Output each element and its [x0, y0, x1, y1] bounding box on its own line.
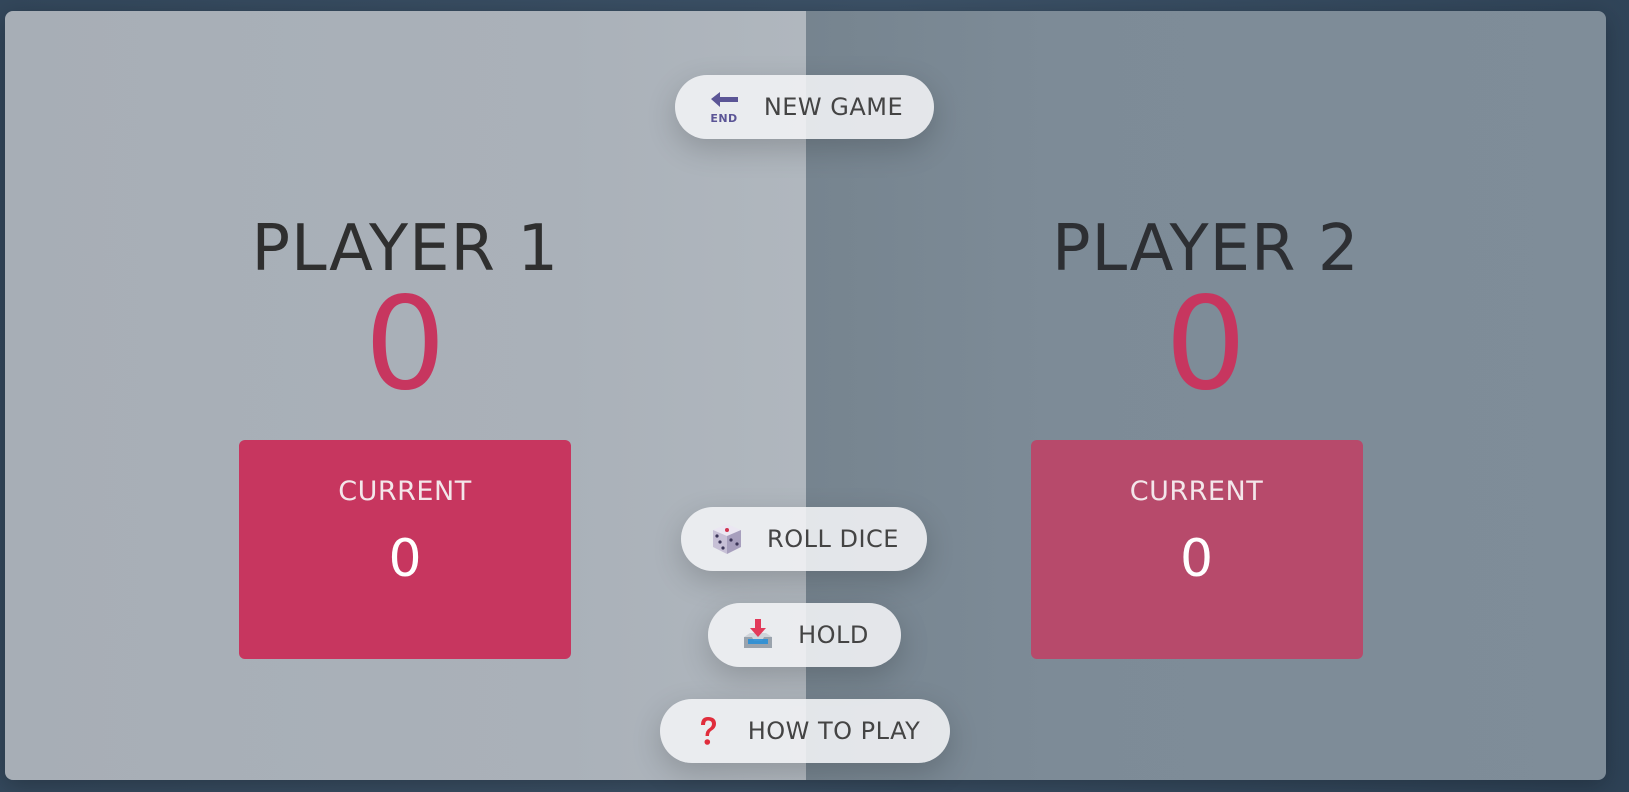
- player-2-current-box: CURRENT 0: [1030, 440, 1363, 659]
- dice-icon: [709, 521, 745, 557]
- hold-button[interactable]: HOLD: [708, 603, 901, 667]
- player-2-current-label: CURRENT: [1129, 476, 1264, 507]
- new-game-label: NEW GAME: [763, 93, 904, 121]
- player-1-current-score: 0: [388, 529, 422, 589]
- svg-text:END: END: [710, 112, 737, 125]
- how-to-play-button[interactable]: HOW TO PLAY: [660, 699, 950, 763]
- player-2-current-score: 0: [1179, 529, 1214, 589]
- inbox-tray-icon: [740, 617, 776, 653]
- player-2-score: 0: [1165, 270, 1247, 419]
- how-to-play-label: HOW TO PLAY: [747, 717, 921, 745]
- roll-dice-button[interactable]: ROLL DICE: [681, 507, 927, 571]
- hold-label: HOLD: [798, 621, 869, 649]
- question-mark-icon: [690, 713, 726, 749]
- player-1-current-label: CURRENT: [338, 476, 472, 507]
- player-1-score: 0: [364, 270, 446, 419]
- new-game-button[interactable]: END NEW GAME: [675, 75, 934, 139]
- roll-dice-label: ROLL DICE: [767, 525, 899, 553]
- player-1-current-box: CURRENT 0: [239, 440, 571, 659]
- end-arrow-icon: END: [706, 89, 742, 125]
